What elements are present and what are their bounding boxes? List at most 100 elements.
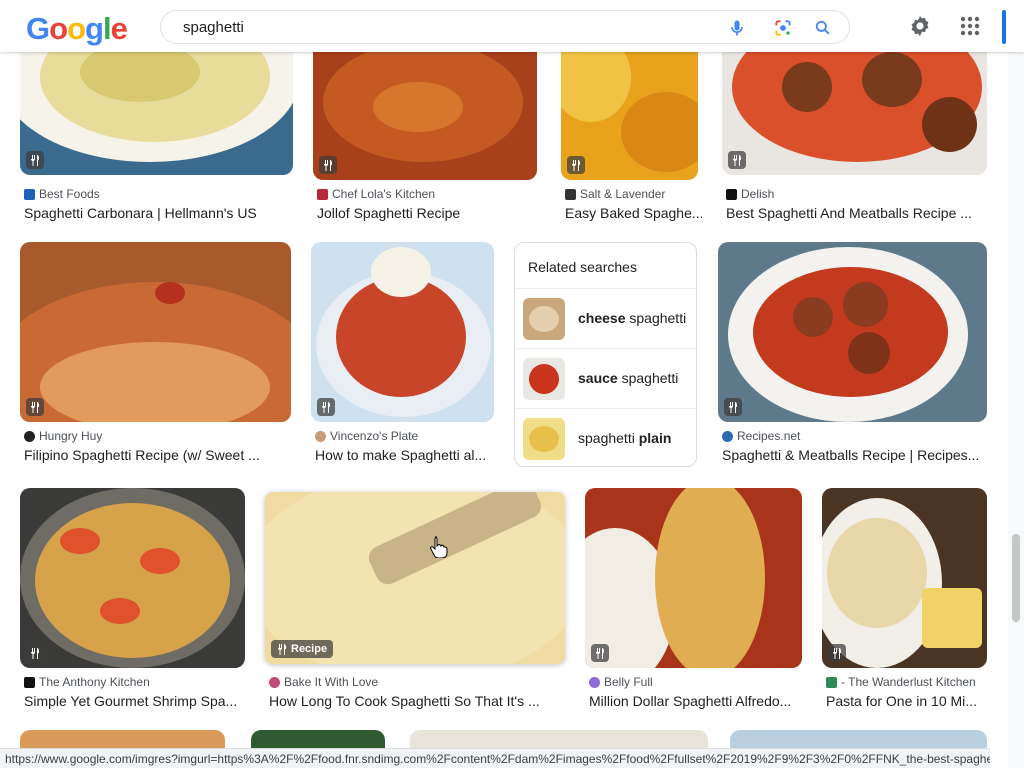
image-result[interactable] [20,730,225,750]
related-thumb [523,358,565,400]
image-result[interactable] [251,730,385,750]
image-result[interactable] [410,730,708,750]
recipe-badge [828,644,846,662]
result-title[interactable]: Spaghetti Carbonara | Hellmann's US [24,205,294,221]
related-searches-panel: Related searches cheese spaghetti sauce … [514,242,697,467]
source-name: Delish [741,187,775,201]
account-button[interactable] [1002,10,1006,44]
utensils-icon [732,154,741,166]
microphone-icon[interactable] [727,18,747,38]
result-source[interactable]: Delish [726,187,774,201]
result-image[interactable] [20,242,291,422]
result-title[interactable]: Spaghetti & Meatballs Recipe | Recipes..… [722,447,988,463]
image-result[interactable]: Best Foods Spaghetti Carbonara | Hellman… [20,52,293,222]
result-source[interactable]: Salt & Lavender [565,187,665,201]
result-image[interactable] [20,488,245,668]
utensils-icon [30,647,39,659]
recipe-badge [567,156,585,174]
source-name: Bake It With Love [284,675,379,689]
vertical-scrollbar[interactable] [1008,52,1024,768]
source-name: Vincenzo's Plate [330,429,419,443]
source-favicon [589,676,600,688]
source-favicon [317,188,328,200]
result-title[interactable]: Best Spaghetti And Meatballs Recipe ... [726,205,988,221]
source-favicon [722,430,733,442]
result-image[interactable] [585,488,802,668]
image-result[interactable]: Hungry Huy Filipino Spaghetti Recipe (w/… [20,242,291,467]
result-source[interactable]: Bake It With Love [269,675,378,689]
source-name: Recipes.net [737,429,801,443]
related-search-item[interactable]: sauce spaghetti [515,348,696,409]
recipe-badge [26,151,44,169]
related-rest: spaghetti [578,430,639,446]
utensils-icon [277,643,286,655]
image-result[interactable]: Vincenzo's Plate How to make Spaghetti a… [311,242,494,467]
header: Google [0,0,1024,52]
search-box [160,10,850,44]
search-icon[interactable] [813,18,833,38]
recipe-badge [591,644,609,662]
result-title[interactable]: Simple Yet Gourmet Shrimp Spa... [24,693,246,709]
scrollbar-thumb[interactable] [1012,534,1020,622]
image-result[interactable]: Belly Full Million Dollar Spaghetti Alfr… [585,488,802,713]
lens-icon[interactable] [773,18,793,38]
result-image[interactable] [20,52,293,175]
result-source[interactable]: The Anthony Kitchen [24,675,150,689]
google-logo[interactable]: Google [26,11,128,47]
result-image[interactable] [311,242,494,422]
related-search-label[interactable]: spaghetti plain [578,430,671,446]
image-result[interactable]: Salt & Lavender Easy Baked Spaghe... [561,52,702,222]
result-image[interactable] [561,52,698,180]
image-result[interactable]: Chef Lola's Kitchen Jollof Spaghetti Rec… [313,52,537,222]
result-source[interactable]: Vincenzo's Plate [315,429,418,443]
result-title[interactable]: Million Dollar Spaghetti Alfredo... [589,693,803,709]
related-rest: spaghetti [625,310,687,326]
result-image[interactable] [722,52,987,175]
related-search-label[interactable]: cheese spaghetti [578,310,686,326]
result-title[interactable]: Jollof Spaghetti Recipe [317,205,539,221]
recipe-badge [728,151,746,169]
source-name: The Anthony Kitchen [39,675,150,689]
related-thumb [523,418,565,460]
image-result[interactable] [730,730,987,750]
result-title[interactable]: Filipino Spaghetti Recipe (w/ Sweet ... [24,447,292,463]
recipe-badge-label: Recipe [291,643,328,655]
result-image[interactable]: Recipe [265,492,565,664]
image-result[interactable]: Recipe Bake It With Love How Long To Coo… [265,492,565,713]
result-source[interactable]: Belly Full [589,675,653,689]
result-source[interactable]: - The Wanderlust Kitchen [826,675,976,689]
result-title[interactable]: How Long To Cook Spaghetti So That It's … [269,693,565,709]
apps-grid-icon[interactable] [958,14,982,38]
image-result[interactable]: The Anthony Kitchen Simple Yet Gourmet S… [20,488,245,713]
result-image[interactable] [313,52,537,180]
source-favicon [24,430,35,442]
image-result[interactable]: Recipes.net Spaghetti & Meatballs Recipe… [718,242,987,467]
related-search-item[interactable]: cheese spaghetti [515,288,696,349]
recipe-badge [26,644,44,662]
result-image[interactable] [718,242,987,422]
result-source[interactable]: Best Foods [24,187,100,201]
image-result[interactable]: Delish Best Spaghetti And Meatballs Reci… [722,52,987,222]
result-source[interactable]: Hungry Huy [24,429,102,443]
result-title[interactable]: Easy Baked Spaghe... [565,205,702,221]
recipe-badge [319,156,337,174]
result-source[interactable]: Chef Lola's Kitchen [317,187,435,201]
hand-cursor-icon [430,536,448,558]
related-search-item[interactable]: spaghetti plain [515,408,696,469]
result-source[interactable]: Recipes.net [722,429,800,443]
utensils-icon [832,647,841,659]
source-name: Belly Full [604,675,653,689]
utensils-icon [571,159,580,171]
recipe-badge [317,398,335,416]
related-search-label[interactable]: sauce spaghetti [578,370,678,386]
result-title[interactable]: Pasta for One in 10 Mi... [826,693,988,709]
image-result[interactable]: - The Wanderlust Kitchen Pasta for One i… [822,488,987,713]
status-bar-url: https://www.google.com/imgres?imgurl=htt… [0,748,990,768]
settings-gear-icon[interactable] [908,14,932,38]
result-image[interactable] [822,488,987,668]
utensils-icon [595,647,604,659]
source-name: Salt & Lavender [580,187,666,201]
search-input[interactable] [181,18,705,37]
source-name: Chef Lola's Kitchen [332,187,436,201]
result-title[interactable]: How to make Spaghetti al... [315,447,495,463]
